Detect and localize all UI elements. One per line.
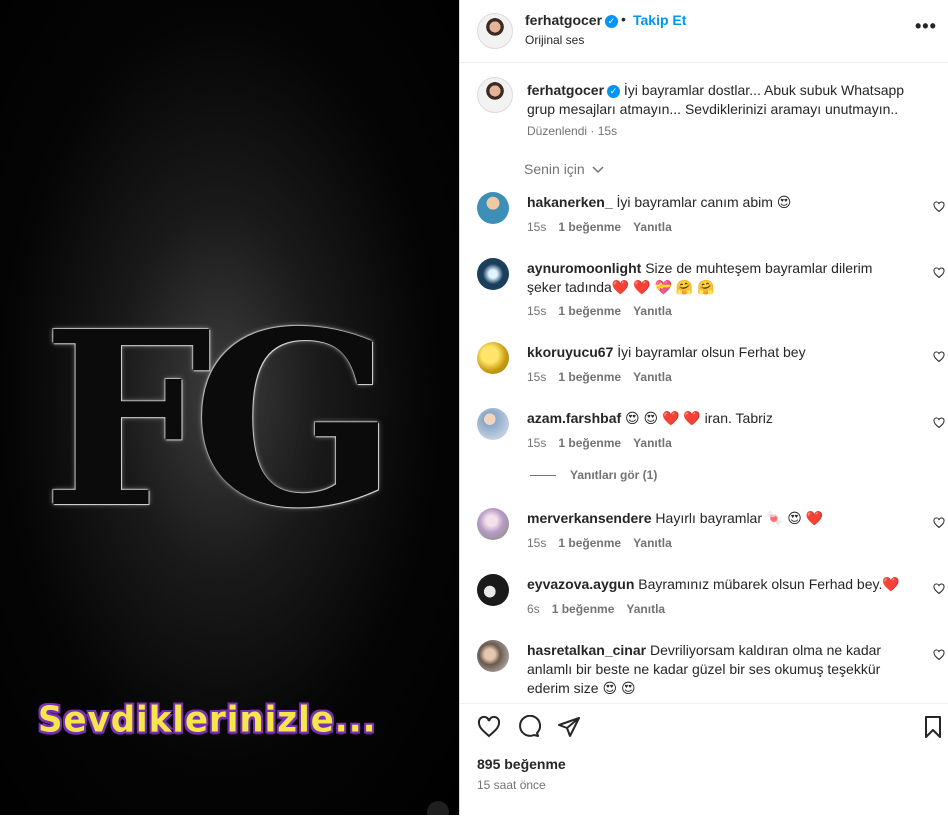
caption-time: 15s bbox=[597, 124, 618, 138]
chevron-down-icon bbox=[592, 166, 604, 174]
reply-button[interactable]: Yanıtla bbox=[633, 370, 672, 384]
commenter-username[interactable]: aynuromoonlight bbox=[527, 260, 641, 276]
share-paper-plane-icon[interactable] bbox=[557, 715, 581, 739]
commenter-avatar[interactable] bbox=[477, 408, 509, 440]
comment-text: hasretalkan_cinar Devriliyorsam kaldıran… bbox=[527, 641, 907, 698]
comment-likes[interactable]: 1 beğenme bbox=[558, 436, 621, 450]
comment-body: İyi bayramlar canım abim 😍 bbox=[616, 194, 792, 210]
verified-badge-icon: ✓ bbox=[605, 14, 619, 28]
post-actions-bar: 895 beğenme 15 saat önce bbox=[460, 703, 948, 816]
more-options-icon[interactable]: ••• bbox=[915, 16, 937, 37]
post-side-panel: ferhatgocer ✓ • Takip Et Orijinal ses •••… bbox=[459, 0, 948, 816]
header-separator: • bbox=[621, 11, 626, 27]
caption-edited-label: Düzenlendi bbox=[527, 124, 588, 138]
reply-button[interactable]: Yanıtla bbox=[633, 536, 672, 550]
caption-text: ferhatgocer ✓ İyi bayramlar dostlar... Ab… bbox=[527, 81, 907, 119]
commenter-avatar[interactable] bbox=[477, 640, 509, 672]
caption-author-avatar[interactable] bbox=[477, 77, 513, 113]
comment-like-heart-icon[interactable] bbox=[933, 583, 945, 595]
replies-line bbox=[530, 475, 556, 477]
comment-like-heart-icon[interactable] bbox=[933, 517, 945, 529]
comment-likes[interactable]: 1 beğenme bbox=[558, 220, 621, 234]
like-heart-icon[interactable] bbox=[477, 715, 501, 739]
logo-letter-f: F bbox=[42, 279, 213, 561]
comment-like-heart-icon[interactable] bbox=[933, 267, 945, 279]
comment-likes[interactable]: 1 beğenme bbox=[558, 370, 621, 384]
comment-time: 15s bbox=[527, 220, 547, 234]
fg-logo: F G bbox=[42, 300, 397, 540]
author-avatar[interactable] bbox=[477, 13, 513, 49]
caption-meta: Düzenlendi · 15s bbox=[527, 124, 618, 138]
logo-letter-g: G bbox=[192, 279, 397, 561]
caption-username[interactable]: ferhatgocer bbox=[527, 82, 604, 98]
comment-meta: 15s 1 beğenme Yanıtla bbox=[527, 536, 684, 550]
audio-label[interactable]: Orijinal ses bbox=[525, 33, 584, 47]
like-count[interactable]: 895 beğenme bbox=[477, 756, 566, 772]
view-replies-label: Yanıtları gör (1) bbox=[570, 468, 658, 482]
save-bookmark-icon[interactable] bbox=[921, 715, 945, 739]
comment-like-heart-icon[interactable] bbox=[933, 201, 945, 213]
comment-likes[interactable]: 1 beğenme bbox=[558, 304, 621, 318]
video-caption-text: Sevdiklerinizle... bbox=[38, 699, 377, 741]
comment-like-heart-icon[interactable] bbox=[933, 649, 945, 661]
post-header: ferhatgocer ✓ • Takip Et Orijinal ses ••• bbox=[460, 0, 948, 63]
comment-time: 15s bbox=[527, 436, 547, 450]
author-username-row[interactable]: ferhatgocer ✓ bbox=[525, 12, 619, 28]
comment-bubble-icon[interactable] bbox=[517, 715, 541, 739]
follow-button[interactable]: Takip Et bbox=[633, 12, 686, 28]
reply-button[interactable]: Yanıtla bbox=[633, 220, 672, 234]
comment-time: 15s bbox=[527, 536, 547, 550]
comment-like-heart-icon[interactable] bbox=[933, 351, 945, 363]
comment-meta: 15s 1 beğenme Yanıtla bbox=[527, 304, 684, 318]
commenter-username[interactable]: hasretalkan_cinar bbox=[527, 642, 646, 658]
reply-button[interactable]: Yanıtla bbox=[633, 304, 672, 318]
comment-sort-dropdown[interactable]: Senin için bbox=[524, 161, 604, 177]
comment-time: 15s bbox=[527, 304, 547, 318]
comment-text: azam.farshbaf 😍 😍 ❤️ ❤️ iran. Tabriz bbox=[527, 409, 907, 428]
commenter-avatar[interactable] bbox=[477, 192, 509, 224]
sort-label: Senin için bbox=[524, 161, 585, 177]
commenter-avatar[interactable] bbox=[477, 508, 509, 540]
comment-time: 6s bbox=[527, 602, 540, 616]
reply-button[interactable]: Yanıtla bbox=[626, 602, 665, 616]
media-corner-indicator bbox=[427, 801, 449, 815]
comment-likes[interactable]: 1 beğenme bbox=[552, 602, 615, 616]
comment-text: merverkansendere Hayırlı bayramlar 🍬 😍 ❤… bbox=[527, 509, 907, 528]
commenter-avatar[interactable] bbox=[477, 574, 509, 606]
comment-meta: 15s 1 beğenme Yanıtla bbox=[527, 436, 684, 450]
comment-text: hakanerken_ İyi bayramlar canım abim 😍 bbox=[527, 193, 907, 212]
commenter-avatar[interactable] bbox=[477, 258, 509, 290]
comment-body: 😍 😍 ❤️ ❤️ iran. Tabriz bbox=[625, 410, 773, 426]
comment-text: eyvazova.aygun Bayramınız mübarek olsun … bbox=[527, 575, 907, 594]
commenter-username[interactable]: eyvazova.aygun bbox=[527, 576, 634, 592]
comment-meta: 15s 1 beğenme Yanıtla bbox=[527, 370, 684, 384]
comment-meta: 15s 1 beğenme Yanıtla bbox=[527, 220, 684, 234]
comment-text: aynuromoonlight Size de muhteşem bayraml… bbox=[527, 259, 907, 297]
comment-like-heart-icon[interactable] bbox=[933, 417, 945, 429]
commenter-username[interactable]: hakanerken_ bbox=[527, 194, 613, 210]
comment-body: Bayramınız mübarek olsun Ferhad bey.❤️ bbox=[638, 576, 900, 592]
reel-video[interactable]: F G Sevdiklerinizle... bbox=[0, 0, 459, 815]
commenter-username[interactable]: merverkansendere bbox=[527, 510, 652, 526]
comment-likes[interactable]: 1 beğenme bbox=[558, 536, 621, 550]
comment-text: kkoruyucu67 İyi bayramlar olsun Ferhat b… bbox=[527, 343, 907, 362]
post-time: 15 saat önce bbox=[477, 778, 546, 792]
commenter-avatar[interactable] bbox=[477, 342, 509, 374]
reply-button[interactable]: Yanıtla bbox=[633, 436, 672, 450]
comment-time: 15s bbox=[527, 370, 547, 384]
view-replies-button[interactable]: Yanıtları gör (1) bbox=[530, 468, 657, 482]
caption-verified-icon: ✓ bbox=[607, 84, 621, 98]
commenter-username[interactable]: azam.farshbaf bbox=[527, 410, 621, 426]
comment-meta: 6s 1 beğenme Yanıtla bbox=[527, 602, 677, 616]
comment-body: İyi bayramlar olsun Ferhat bey bbox=[617, 344, 806, 360]
author-username[interactable]: ferhatgocer bbox=[525, 12, 602, 28]
commenter-username[interactable]: kkoruyucu67 bbox=[527, 344, 613, 360]
comment-body: Hayırlı bayramlar 🍬 😍 ❤️ bbox=[655, 510, 824, 526]
